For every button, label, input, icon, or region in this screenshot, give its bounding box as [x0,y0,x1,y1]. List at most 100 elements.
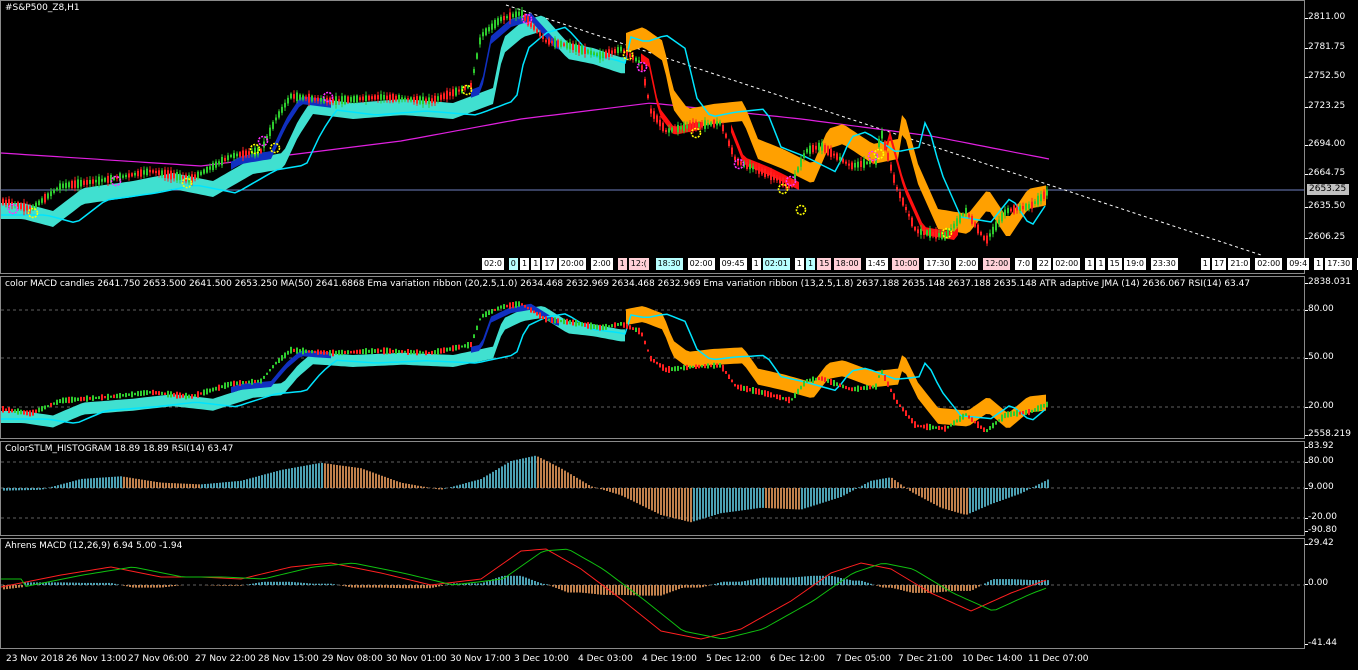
candle-body [569,319,571,325]
candle-body [182,176,184,179]
candle-body [872,385,874,389]
candle-body [1040,194,1042,202]
candle-body [491,23,493,30]
session-label: 19:0 [1124,258,1147,270]
candle-body [230,381,232,387]
session-label: 1 [617,258,628,270]
candle-body [980,425,982,429]
ahrens-macd-pane[interactable]: Ahrens MACD (12,26,9) 6.94 5.00 -1.94 [0,538,1305,649]
time-axis[interactable]: 23 Nov 2018 26 Nov 13:00 27 Nov 06:00 27 No… [0,650,1358,670]
candle-body [968,214,970,217]
candle-body [755,388,757,395]
candle-body [632,327,634,330]
candle-body [980,231,982,235]
candle-body [74,397,76,402]
candle-body [899,192,901,199]
price-scale[interactable]: 2811.00 2781.75 2752.50 2723.25 2694.00 2664.… [1304,0,1358,274]
candle-body [221,385,223,389]
macd-candles-pane[interactable]: color MACD candles 2641.750 2653.500 264… [0,276,1305,439]
session-label: 02:00 [1053,258,1082,270]
candle-body [764,168,766,177]
session-label: 09:4 [1287,258,1311,270]
candle-body [761,390,763,395]
candle-body [767,172,769,177]
session-label: 0 [508,258,519,270]
candle-body [131,391,133,398]
candle-body [887,381,889,387]
candle-body [860,160,862,167]
stlm-histogram-canvas[interactable] [1,442,1305,536]
candle-body [797,167,799,173]
time-label: 26 Nov 13:00 [66,654,127,664]
candle-body [77,397,79,401]
candle-body [647,349,649,352]
candle-body [728,140,730,146]
candle-body [683,365,685,371]
candle-body [149,169,151,173]
scale-tick: -90.80 [1304,525,1338,535]
candle-body [17,408,19,415]
candle-body [998,419,1000,422]
candle-body [326,97,328,104]
candle-body [365,95,367,102]
candle-body [953,223,955,229]
session-label: 21:0 [1228,258,1252,270]
candle-body [506,16,508,19]
candle-body [518,301,520,307]
candle-body [833,380,835,387]
candle-body [989,426,991,430]
candle-body [836,382,838,387]
candle-body [926,230,928,236]
candle-body [536,29,538,33]
candle-body [965,413,967,416]
candle-body [212,387,214,392]
candle-body [209,166,211,170]
candle-body [248,380,250,384]
pane3-scale[interactable]: 83.92 80.00 9.000 -20.00 -90.80 [1304,441,1358,536]
candle-body [500,16,502,22]
candle-body [305,96,307,100]
candle-body [500,305,502,309]
candle-body [449,92,451,96]
candle-body [1034,201,1036,204]
candle-body [701,365,703,368]
pane2-scale[interactable]: 2838.031 80.00 50.00 20.00 2558.219 [1305,276,1358,439]
pane4-scale[interactable]: 29.42 0.00 -41.44 [1304,538,1358,649]
candle-body [626,323,628,329]
candle-body [569,42,571,50]
candle-body [602,52,604,59]
candle-body [626,51,628,56]
candle-body [290,93,292,99]
candle-body [230,154,232,158]
candle-body [692,365,694,369]
ahrens-macd-canvas[interactable] [1,539,1305,649]
candle-body [395,95,397,101]
session-label: 09:45 [719,258,748,270]
candle-body [539,32,541,37]
candle-body [14,409,16,413]
candle-body [866,161,868,164]
macd-candles-canvas[interactable] [1,277,1305,439]
time-label: 4 Dec 19:00 [642,654,697,664]
candle-body [278,111,280,118]
candle-body [1025,203,1027,211]
candle-body [857,385,859,392]
stlm-histogram-pane[interactable]: ColorSTLM_HISTOGRAM 18.89 18.89 RSI(14) … [0,441,1305,536]
time-label: 6 Dec 12:00 [770,654,825,664]
candle-body [299,94,301,100]
candle-body [929,424,931,431]
candle-body [23,410,25,415]
candle-body [392,93,394,102]
candle-body [257,379,259,383]
macd-line [1,548,1047,640]
candle-body [917,424,919,428]
candle-body [854,162,856,168]
price-chart-canvas[interactable] [1,1,1305,274]
time-label: 30 Nov 01:00 [386,654,447,664]
candle-body [659,363,661,368]
candle-body [350,97,352,102]
candle-body [512,302,514,309]
candle-body [32,409,34,416]
scale-tick: 2752.50 [1304,71,1346,81]
main-chart-pane[interactable]: #S&P500_Z8,H1 [0,0,1305,274]
